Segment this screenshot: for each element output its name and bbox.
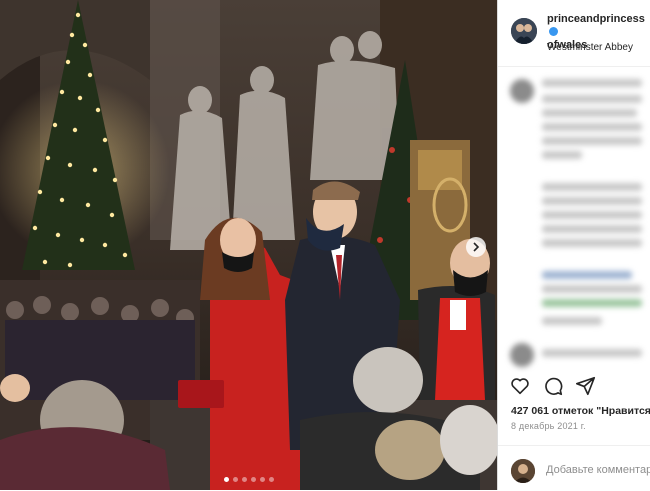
- carousel-dot: [268, 477, 274, 482]
- carousel-dot: [241, 477, 247, 482]
- comment-text: [542, 123, 642, 131]
- post-actions: [498, 372, 650, 400]
- comment-text: [542, 79, 642, 87]
- comment-text: [542, 349, 642, 357]
- post-photo[interactable]: [0, 0, 497, 490]
- avatar-image: [511, 18, 537, 44]
- comment-text: [542, 137, 642, 145]
- heart-icon: [511, 378, 529, 395]
- comment-text: [542, 197, 642, 205]
- carousel-next-button[interactable]: [466, 237, 486, 257]
- comment-avatar: [510, 79, 534, 103]
- share-button[interactable]: [575, 375, 597, 397]
- paper-plane-icon: [576, 376, 596, 396]
- comment-avatar: [510, 343, 534, 367]
- comment-text: [542, 151, 582, 159]
- comment-text: [542, 239, 642, 247]
- carousel-dot: [232, 477, 238, 482]
- comments-list: [498, 67, 650, 367]
- post-side-panel: princeandprincess ofwales Westminster Ab…: [497, 0, 650, 490]
- speech-bubble-icon: [545, 377, 563, 396]
- current-user-avatar-image: [511, 459, 535, 483]
- comment-text: [542, 109, 637, 117]
- likes-count[interactable]: 427 061 отметок "Нравится": [511, 405, 650, 417]
- comment-text: [542, 285, 642, 293]
- verified-badge-icon: [549, 27, 558, 36]
- username-line-1: princeandprincess: [547, 13, 645, 25]
- current-user-avatar: [511, 459, 535, 483]
- post-date: 8 декабрь 2021 г.: [511, 421, 586, 431]
- comment-button[interactable]: [542, 375, 564, 397]
- comment-text: [542, 317, 602, 325]
- carousel-dot: [223, 477, 229, 482]
- add-comment-bar: [498, 445, 650, 491]
- carousel-dot: [250, 477, 256, 482]
- carousel-indicator: [0, 477, 497, 482]
- post-header: princeandprincess ofwales Westminster Ab…: [498, 0, 650, 67]
- like-button[interactable]: [509, 375, 531, 397]
- comment-text: [542, 299, 642, 307]
- comment-input[interactable]: [546, 462, 650, 478]
- post-location[interactable]: Westminster Abbey: [547, 42, 633, 53]
- carousel-dot: [259, 477, 265, 482]
- comment-text: [542, 95, 642, 103]
- chevron-right-icon: [473, 242, 480, 252]
- comment-text: [542, 271, 632, 279]
- post-photo-image: [0, 0, 497, 490]
- account-avatar[interactable]: [511, 18, 537, 44]
- comment-text: [542, 211, 642, 219]
- comment-text: [542, 225, 642, 233]
- comment-text: [542, 183, 642, 191]
